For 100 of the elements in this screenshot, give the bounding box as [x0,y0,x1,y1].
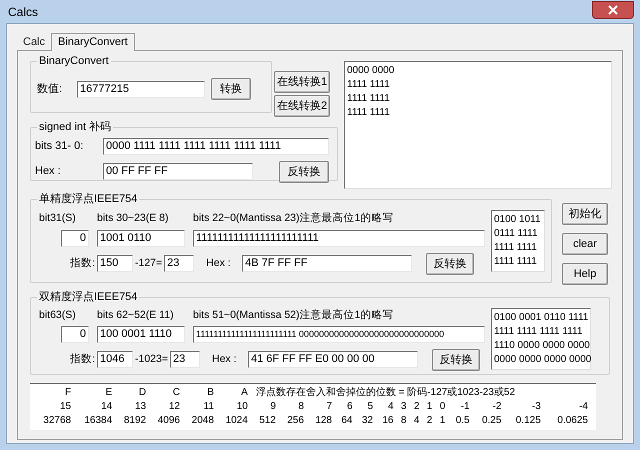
bit-position: 10 [236,401,248,412]
bit-value: 4 [414,415,420,426]
value-field[interactable]: 16777215 [77,80,205,98]
group-title: 双精度浮点IEEE754 [37,290,140,304]
column-header: bit31(S) [39,211,77,225]
bit-position: 11 [204,401,214,412]
hex-digit: B [207,387,214,398]
bit-value: 2048 [192,415,214,426]
reverse-button[interactable]: 反转换 [279,161,329,184]
bit-value: 4096 [158,415,180,426]
bit-value: 0.25 [482,415,502,426]
exponent-label: 指数: [70,256,95,270]
bias-label: -1023= [134,352,169,366]
exponent-bits-field[interactable]: 100 0001 1110 [97,326,185,343]
bit-position: 3 [400,401,406,412]
bit-value: 256 [287,415,304,426]
bit-value: 32768 [43,415,72,426]
side-button[interactable]: clear [562,233,608,255]
reverse-button[interactable]: 反转换 [426,253,474,276]
output-box[interactable]: 0000 0000 1111 1111 1111 1111 1111 1111 [344,61,612,189]
tab[interactable]: BinaryConvert [51,33,135,51]
bit-value: 128 [315,415,332,426]
exponent-bits-field[interactable]: 1001 0110 [97,230,185,247]
sign-field[interactable]: 0 [61,230,89,247]
tab[interactable]: Calc [17,34,52,50]
close-button[interactable] [592,1,634,19]
bit-value: 1 [440,415,446,426]
side-button[interactable]: Help [562,263,608,285]
hex-label: Hex : [212,352,238,366]
output-line: 0000 0000 0000 0000 [494,353,592,367]
bit-value: 16384 [84,415,112,426]
hex-label: Hex : [206,256,232,270]
mantissa-field[interactable]: 11111111111111111111111 [193,230,485,247]
bit-position: 15 [60,401,72,412]
exponent-result-field[interactable]: 23 [164,254,194,272]
hex-field[interactable]: 41 6F FF FF E0 00 00 00 [248,350,418,368]
column-header: bits 62~52(E 11) [97,308,175,322]
output-line: 0111 1111 [494,227,538,241]
bit-position: -4 [579,401,588,412]
hex-digit: F [64,387,72,398]
column-header: bits 51~0(Mantissa 52)注意最高位1的略写 [193,308,394,322]
bit-value: 512 [259,415,276,426]
bias-label: -127= [134,256,164,270]
mantissa-field[interactable]: 11111111111111111111111 00000000000000000000000000000 [193,326,485,343]
bits-label: bits 31- 0: [35,139,84,154]
bit-position: 8 [298,401,304,412]
sign-field[interactable]: 0 [61,326,89,343]
bit-position: 6 [346,401,352,412]
output-line: 1111 1111 [347,78,390,92]
bits-field[interactable]: 0000 1111 1111 1111 1111 1111 1111 [103,138,329,155]
bit-position: 2 [414,401,420,412]
bit-position: 14 [101,401,112,412]
bit-position: -2 [492,401,502,412]
side-button[interactable]: 初始化 [562,203,608,225]
hex-label: Hex : [35,164,62,179]
hex-field[interactable]: 4B 7F FF FF [242,254,412,272]
output-line: 0100 0001 0110 1111 [494,311,588,325]
reverse-button[interactable]: 反转换 [432,349,480,372]
window-title: Calcs [7,4,38,21]
bit-position: 0 [440,401,446,412]
bit-position: 1 [426,401,432,412]
online-convert-button[interactable]: 在线转换2 [274,95,330,117]
online-convert-button[interactable]: 在线转换1 [274,71,330,93]
hex-digit: E [106,387,112,398]
binary-output[interactable]: 0100 0001 0110 1111 1111 1111 1111 1111 1110 0000 0000 0000 0000 0000 0000 0000 [491,308,591,370]
hex-digit: D [138,387,146,398]
bit-value: 0.5 [456,415,470,426]
convert-button[interactable]: 转换 [211,78,251,100]
group-title: BinaryConvert [37,54,111,68]
hex-field[interactable]: 00 FF FF FF [103,162,253,180]
output-line: 1111 1111 [347,92,390,106]
hex-digit: A [241,387,248,398]
binary-output[interactable]: 0100 1011 0111 1111 1111 1111 1111 1111 [491,210,545,272]
bit-value: 0.125 [516,415,541,426]
bit-value: 8 [400,415,406,426]
exponent-field[interactable]: 150 [97,254,133,272]
bit-value: 1024 [226,415,248,426]
exponent-result-field[interactable]: 23 [170,350,200,368]
output-line: 1110 0000 0000 0000 [494,339,590,353]
column-header: bit63(S) [39,308,77,322]
note-text: 浮点数存在舍入和舍掉位的位数 = 阶码-127或1023-23或52 [256,387,516,398]
bit-position: 7 [326,401,332,412]
output-line: 1111 1111 [494,255,537,269]
group-title: signed int 补码 [37,120,114,134]
output-line: 1111 1111 [494,241,537,255]
bit-value: 0.0625 [557,415,588,426]
exponent-field[interactable]: 1046 [97,350,133,368]
column-header: bits 30~23(E 8) [97,211,170,225]
group-title: 单精度浮点IEEE754 [37,192,140,206]
output-line: 1111 1111 [347,106,390,120]
bit-position: 5 [367,401,373,412]
output-line: 1111 1111 1111 1111 [494,325,582,339]
bit-position: 4 [388,401,394,412]
bit-value: 8192 [124,415,146,426]
bit-position: -1 [460,401,470,412]
bit-position: 13 [134,401,146,412]
value-label: 数值: [37,82,64,97]
output-line: 0100 1011 [494,213,541,227]
column-header: bits 22~0(Mantissa 23)注意最高位1的略写 [193,211,394,225]
hex-digit: C [172,387,180,398]
